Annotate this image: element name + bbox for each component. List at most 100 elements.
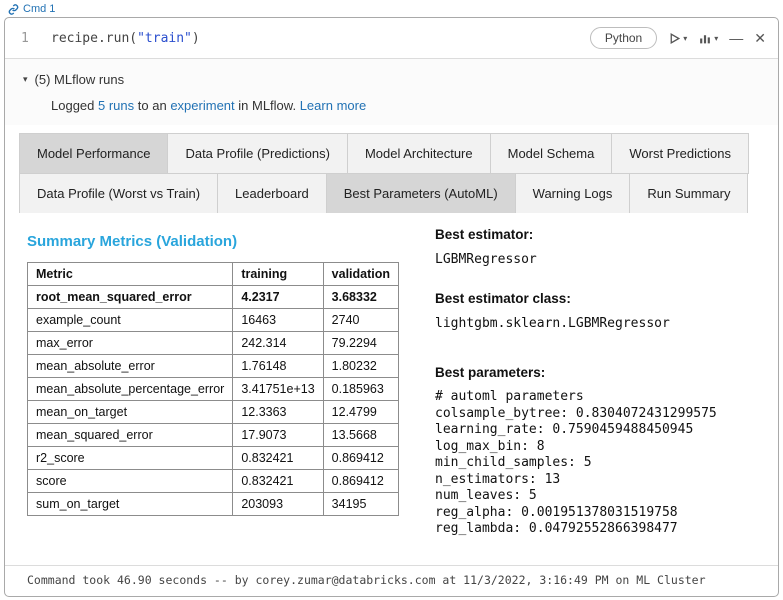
table-row: mean_on_target12.336312.4799: [28, 401, 399, 424]
tab-data-profile-predictions[interactable]: Data Profile (Predictions): [167, 133, 348, 174]
table-cell: 3.68332: [323, 286, 398, 309]
mlflow-runs-section: ▾ (5) MLflow runs Logged 5 runs to an ex…: [5, 59, 778, 125]
code-content[interactable]: recipe.run("train"): [51, 31, 200, 46]
tab-row-1: Model Performance Data Profile (Predicti…: [19, 133, 764, 173]
bar-chart-icon: [698, 32, 712, 45]
tab-row-2: Data Profile (Worst vs Train) Leaderboar…: [19, 173, 764, 213]
tab-leaderboard[interactable]: Leaderboard: [217, 173, 327, 214]
command-status: Command took 46.90 seconds -- by corey.z…: [5, 565, 778, 596]
table-cell: 12.3363: [233, 401, 323, 424]
learn-more-link[interactable]: Learn more: [300, 98, 366, 113]
best-estimator-class-label: Best estimator class:: [435, 291, 717, 306]
language-selector[interactable]: Python: [590, 27, 657, 49]
table-row: mean_absolute_percentage_error3.41751e+1…: [28, 378, 399, 401]
table-row: example_count164632740: [28, 309, 399, 332]
close-icon: ✕: [754, 30, 766, 46]
minus-icon: —: [729, 30, 743, 46]
best-estimator-value: LGBMRegressor: [435, 252, 717, 267]
table-cell: 3.41751e+13: [233, 378, 323, 401]
column-header-metric: Metric: [28, 263, 233, 286]
table-cell: 0.869412: [323, 447, 398, 470]
metrics-table-body: root_mean_squared_error4.23173.68332exam…: [28, 286, 399, 516]
table-cell: mean_absolute_error: [28, 355, 233, 378]
column-header-validation: validation: [323, 263, 398, 286]
table-cell: example_count: [28, 309, 233, 332]
best-estimator-class-value: lightgbm.sklearn.LGBMRegressor: [435, 316, 717, 331]
tab-model-performance[interactable]: Model Performance: [19, 133, 168, 174]
tab-content: Summary Metrics (Validation) Metric trai…: [5, 213, 778, 548]
summary-metrics-panel: Summary Metrics (Validation) Metric trai…: [27, 213, 399, 538]
tab-warning-logs[interactable]: Warning Logs: [515, 173, 631, 214]
table-row: max_error242.31479.2294: [28, 332, 399, 355]
table-cell: sum_on_target: [28, 493, 233, 516]
code-prefix: recipe.run(: [51, 31, 137, 46]
tab-run-summary[interactable]: Run Summary: [629, 173, 748, 214]
mlflow-runs-subtext: Logged 5 runs to an experiment in MLflow…: [51, 98, 762, 113]
close-cell-button[interactable]: ✕: [754, 31, 766, 45]
table-cell: r2_score: [28, 447, 233, 470]
tab-best-parameters-automl[interactable]: Best Parameters (AutoML): [326, 173, 516, 214]
notebook-cell: 1 recipe.run("train") Python ▾ ▾ — ✕: [4, 17, 779, 597]
code-row: 1 recipe.run("train") Python ▾ ▾ — ✕: [5, 18, 778, 58]
table-row: r2_score0.8324210.869412: [28, 447, 399, 470]
to-text: to an: [138, 98, 167, 113]
table-cell: 2740: [323, 309, 398, 332]
table-cell: 12.4799: [323, 401, 398, 424]
results-tabs: Model Performance Data Profile (Predicti…: [19, 133, 764, 213]
table-cell: 16463: [233, 309, 323, 332]
table-row: mean_absolute_error1.761481.80232: [28, 355, 399, 378]
table-cell: 1.80232: [323, 355, 398, 378]
dashboard-button[interactable]: ▾: [698, 32, 718, 45]
column-header-training: training: [233, 263, 323, 286]
logged-text: Logged: [51, 98, 94, 113]
table-cell: mean_on_target: [28, 401, 233, 424]
dashboard-dropdown-caret-icon: ▾: [714, 34, 718, 43]
tab-model-schema[interactable]: Model Schema: [490, 133, 613, 174]
table-cell: 17.9073: [233, 424, 323, 447]
mlflow-runs-toggle[interactable]: ▾ (5) MLflow runs: [23, 72, 762, 87]
table-cell: 34195: [323, 493, 398, 516]
table-cell: mean_absolute_percentage_error: [28, 378, 233, 401]
table-cell: 242.314: [233, 332, 323, 355]
run-button[interactable]: ▾: [668, 32, 687, 45]
collapse-caret-icon: ▾: [23, 74, 28, 85]
table-cell: 13.5668: [323, 424, 398, 447]
cmd-label-text: Cmd 1: [23, 3, 55, 15]
minimize-button[interactable]: —: [729, 31, 743, 45]
table-cell: 4.2317: [233, 286, 323, 309]
best-parameters-panel: Best estimator: LGBMRegressor Best estim…: [435, 213, 717, 538]
table-cell: mean_squared_error: [28, 424, 233, 447]
table-cell: 79.2294: [323, 332, 398, 355]
tab-worst-predictions[interactable]: Worst Predictions: [611, 133, 749, 174]
best-estimator-label: Best estimator:: [435, 227, 717, 242]
runs-link[interactable]: 5 runs: [98, 98, 134, 113]
table-row: root_mean_squared_error4.23173.68332: [28, 286, 399, 309]
mlflow-runs-title: (5) MLflow runs: [35, 72, 125, 87]
in-mlflow-text: in MLflow.: [238, 98, 296, 113]
table-row: mean_squared_error17.907313.5668: [28, 424, 399, 447]
table-cell: score: [28, 470, 233, 493]
cell-results: ▾ (5) MLflow runs Logged 5 runs to an ex…: [5, 58, 778, 565]
table-cell: 203093: [233, 493, 323, 516]
line-number: 1: [21, 31, 51, 46]
table-cell: 0.185963: [323, 378, 398, 401]
cmd-label[interactable]: Cmd 1: [8, 3, 55, 15]
table-cell: 0.832421: [233, 470, 323, 493]
run-dropdown-caret-icon: ▾: [683, 34, 687, 43]
experiment-link[interactable]: experiment: [170, 98, 234, 113]
table-row: sum_on_target20309334195: [28, 493, 399, 516]
summary-metrics-heading: Summary Metrics (Validation): [27, 233, 399, 250]
play-icon: [668, 32, 681, 45]
link-icon: [8, 4, 19, 15]
table-cell: max_error: [28, 332, 233, 355]
best-parameters-label: Best parameters:: [435, 365, 717, 380]
table-row: score0.8324210.869412: [28, 470, 399, 493]
table-cell: 1.76148: [233, 355, 323, 378]
code-string: "train": [137, 31, 192, 46]
tab-data-profile-worst-vs-train[interactable]: Data Profile (Worst vs Train): [19, 173, 218, 214]
metrics-table: Metric training validation root_mean_squ…: [27, 262, 399, 516]
table-header-row: Metric training validation: [28, 263, 399, 286]
code-suffix: ): [192, 31, 200, 46]
cell-toolbar: Python ▾ ▾ — ✕: [590, 27, 766, 49]
tab-model-architecture[interactable]: Model Architecture: [347, 133, 491, 174]
